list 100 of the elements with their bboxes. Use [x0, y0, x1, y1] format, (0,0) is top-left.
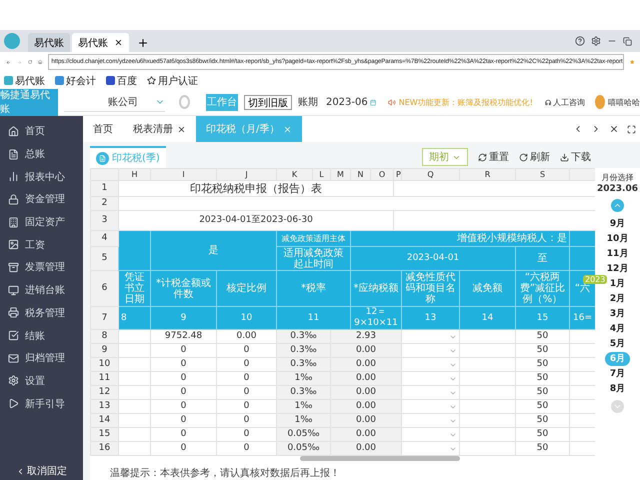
- archive-icon: [8, 262, 19, 273]
- period-label: 账期: [298, 96, 318, 109]
- chart-icon: [8, 171, 19, 182]
- scrollbar-thumb[interactable]: [300, 456, 460, 461]
- monitor-icon: [8, 284, 19, 296]
- checkbox-icon: [8, 330, 19, 342]
- circle-icon[interactable]: [178, 95, 190, 109]
- calendar-icon[interactable]: [370, 98, 376, 106]
- sidebar-item[interactable]: 设置: [0, 370, 83, 392]
- table-cell: 50: [516, 442, 570, 456]
- sidebar-item[interactable]: 结账: [0, 324, 83, 347]
- fullscreen-icon[interactable]: [627, 124, 636, 134]
- home-icon: [8, 126, 19, 137]
- table-cell: 0.3‰: [276, 344, 330, 358]
- table-cell: 0: [150, 442, 216, 456]
- sidebar-item[interactable]: 固定资产: [0, 210, 83, 234]
- table-cell: 1‰: [276, 372, 330, 386]
- row-number: 8: [90, 330, 118, 344]
- column-header: Q: [402, 168, 460, 180]
- scroll-up-icon[interactable]: [611, 199, 624, 212]
- row-number: 5: [90, 246, 118, 270]
- unpin-button[interactable]: 取消固定: [0, 462, 83, 480]
- support-link[interactable]: 人工咨询: [553, 96, 586, 108]
- bookmark-star-icon[interactable]: [630, 57, 634, 67]
- column-header: O: [370, 168, 394, 180]
- month-item[interactable]: 10月: [602, 232, 634, 246]
- sidebar-item[interactable]: 总账: [0, 142, 83, 166]
- sheet-title: 印花税纳税申报（报告）表: [118, 180, 394, 196]
- sidebar-item[interactable]: 进销台账: [0, 278, 83, 302]
- toolbar-button[interactable]: 重置: [478, 150, 509, 164]
- row-number: 11: [90, 372, 118, 386]
- period-value[interactable]: 2023-06: [326, 96, 368, 108]
- company-select[interactable]: 账公司: [64, 92, 165, 112]
- toolbar-button[interactable]: 刷新: [519, 150, 550, 164]
- month-item[interactable]: 4月: [604, 322, 630, 336]
- month-item[interactable]: 7月: [604, 367, 630, 381]
- browser-tab[interactable]: 易代账: [72, 33, 129, 52]
- help-icon[interactable]: [575, 36, 585, 46]
- sidebar-item[interactable]: 工资: [0, 233, 83, 256]
- month-item[interactable]: 2月: [604, 292, 630, 306]
- toolbar-button[interactable]: 下载: [560, 150, 591, 164]
- table-cell: 50: [516, 330, 570, 344]
- table-cell: 0.00: [330, 428, 402, 442]
- sidebar-item[interactable]: 资金管理: [0, 188, 83, 211]
- table-cell: 0: [150, 372, 216, 386]
- column-heading: *税率: [276, 270, 350, 306]
- table-cell: 增值税小规模纳税人：是: [350, 230, 570, 246]
- row-number: 4: [90, 230, 118, 246]
- month-item[interactable]: 3月: [604, 307, 630, 321]
- bookmark-link[interactable]: 好会计: [55, 74, 96, 88]
- sidebar-item[interactable]: 归档管理: [0, 346, 83, 370]
- month-item[interactable]: 12月: [602, 262, 634, 276]
- restore-icon[interactable]: [623, 36, 632, 46]
- table-cell: 0: [150, 400, 216, 414]
- month-item[interactable]: 9月: [604, 217, 630, 231]
- month-item[interactable]: 8月: [604, 382, 630, 396]
- avatar-icon: [595, 95, 605, 109]
- sidebar-item[interactable]: 首页: [0, 120, 83, 143]
- tip-text: 温馨提示：本表供参考，请认真核对数据后再上报！: [90, 458, 595, 480]
- home-icon[interactable]: [38, 57, 42, 67]
- settings-icon[interactable]: [591, 36, 601, 46]
- column-header: L: [312, 168, 330, 180]
- table-cell: 0.00: [330, 386, 402, 400]
- switch-version-button[interactable]: 切到旧版: [244, 94, 292, 110]
- bookmark-link[interactable]: 百度: [106, 74, 137, 88]
- new-tab-icon[interactable]: [137, 37, 149, 49]
- column-number: 15: [516, 306, 570, 330]
- column-number: 8: [118, 306, 150, 330]
- table-cell: 50: [516, 414, 570, 428]
- scroll-down-icon[interactable]: [611, 400, 624, 413]
- page-tab[interactable]: 税表清册: [123, 116, 196, 142]
- column-heading: 减免性质代码和项目名称: [402, 270, 460, 306]
- page-tab[interactable]: 首页: [83, 116, 123, 142]
- table-cell: 0: [216, 442, 276, 456]
- bookmark-link[interactable]: 易代账: [4, 74, 45, 88]
- sidebar-item[interactable]: 发票管理: [0, 256, 83, 279]
- bookmark-link[interactable]: 用户认证: [147, 74, 198, 88]
- row-number: 6: [90, 270, 118, 306]
- browser-tab[interactable]: 易代账: [28, 33, 70, 52]
- sidebar-item[interactable]: 税务管理: [0, 302, 83, 324]
- table-cell: 0.00: [216, 330, 276, 344]
- column-number: 14: [460, 306, 516, 330]
- table-cell: 0: [150, 386, 216, 400]
- close-icon[interactable]: [177, 124, 186, 134]
- month-item[interactable]: 5月: [604, 337, 630, 351]
- building-icon: [8, 216, 19, 228]
- month-item[interactable]: 1月: [604, 277, 630, 291]
- picker-title: 月份选择: [602, 172, 634, 183]
- table-cell: 0: [216, 358, 276, 372]
- table-cell: 50: [516, 358, 570, 372]
- month-item[interactable]: 11月: [602, 247, 634, 261]
- table-cell: 0: [150, 358, 216, 372]
- row-number: 13: [90, 400, 118, 414]
- close-icon[interactable]: [609, 124, 619, 134]
- reload-icon[interactable]: [28, 57, 32, 67]
- sidebar-item[interactable]: 新手引导: [0, 392, 83, 415]
- lock-icon: [8, 194, 19, 205]
- close-icon[interactable]: [114, 38, 123, 47]
- column-header: I: [150, 168, 216, 180]
- sidebar-item[interactable]: 报表中心: [0, 165, 83, 188]
